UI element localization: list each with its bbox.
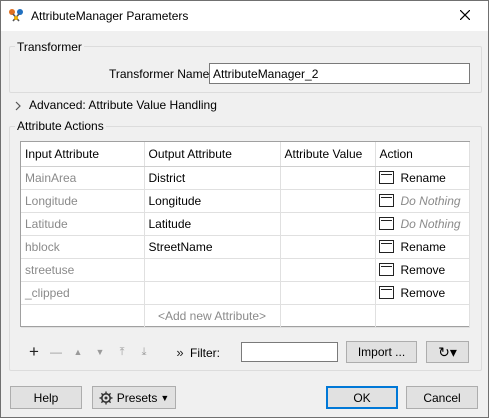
action-dropdown[interactable]: Do Nothing	[378, 193, 465, 208]
action-window-icon	[378, 194, 394, 207]
action-label: Rename	[400, 239, 446, 254]
action-label: Remove	[400, 262, 446, 277]
table-row-add-new[interactable]: <Add new Attribute>	[21, 304, 470, 328]
table-row[interactable]: hblock StreetName Rename	[21, 235, 470, 259]
action-cell[interactable]: Remove	[375, 281, 470, 305]
action-window-icon	[378, 240, 394, 253]
action-cell[interactable]: Rename	[375, 166, 470, 190]
action-cell[interactable]: Remove	[375, 258, 470, 282]
add-new-input-cell[interactable]	[21, 304, 145, 328]
input-attribute-cell[interactable]: Longitude	[21, 189, 145, 213]
table-row[interactable]: _clipped Remove	[21, 281, 470, 305]
table-row[interactable]: Latitude Latitude Do Nothing	[21, 212, 470, 236]
add-new-action-cell[interactable]	[375, 304, 470, 328]
attribute-table: Input Attribute Output Attribute Attribu…	[20, 141, 470, 328]
move-up-button[interactable]: ▲	[67, 342, 89, 362]
input-attribute-cell[interactable]: streetuse	[21, 258, 145, 282]
output-attribute-cell[interactable]	[144, 258, 281, 282]
table-row[interactable]: streetuse Remove	[21, 258, 470, 282]
output-attribute-cell[interactable]	[144, 281, 281, 305]
filter-label: Filter:	[190, 346, 220, 360]
help-button[interactable]: Help	[10, 386, 82, 409]
input-attribute-cell[interactable]: Latitude	[21, 212, 145, 236]
table-toolbar: + — ▲ ▼ ⤒ ⤓ »	[23, 341, 191, 363]
output-attribute-cell[interactable]: District	[144, 166, 281, 190]
attribute-value-cell[interactable]	[280, 258, 376, 282]
add-new-value-cell[interactable]	[280, 304, 376, 328]
refresh-button[interactable]: ↻▾	[426, 341, 469, 363]
action-label: Do Nothing	[400, 216, 461, 231]
output-attribute-cell[interactable]: Latitude	[144, 212, 281, 236]
attribute-value-cell[interactable]	[280, 235, 376, 259]
transformer-group-label: Transformer	[15, 40, 84, 54]
action-dropdown[interactable]: Remove	[378, 262, 465, 277]
output-attribute-cell[interactable]: Longitude	[144, 189, 281, 213]
action-dropdown[interactable]: Rename	[378, 170, 465, 185]
column-header-action[interactable]: Action	[375, 142, 470, 167]
column-header-output-attribute[interactable]: Output Attribute	[144, 142, 281, 167]
action-cell[interactable]: Rename	[375, 235, 470, 259]
attribute-value-cell[interactable]	[280, 281, 376, 305]
refresh-icon: ↻▾	[438, 343, 457, 360]
action-window-icon	[378, 217, 394, 230]
action-dropdown[interactable]: Rename	[378, 239, 465, 254]
chevron-right-icon	[13, 100, 23, 111]
remove-row-button[interactable]: —	[45, 342, 67, 362]
input-attribute-cell[interactable]: hblock	[21, 235, 145, 259]
input-attribute-cell[interactable]: _clipped	[21, 281, 145, 305]
advanced-section-label: Advanced: Attribute Value Handling	[29, 98, 217, 112]
action-label: Rename	[400, 170, 446, 185]
column-header-attribute-value[interactable]: Attribute Value	[280, 142, 376, 167]
cancel-button[interactable]: Cancel	[406, 386, 478, 409]
move-to-top-button[interactable]: ⤒	[111, 342, 133, 362]
ok-button[interactable]: OK	[326, 386, 398, 409]
close-icon	[459, 9, 471, 23]
action-window-icon	[378, 286, 394, 299]
presets-button[interactable]: Presets ▼	[92, 386, 176, 409]
action-dropdown[interactable]: Do Nothing	[378, 216, 465, 231]
dialog-window: AttributeManager Parameters Transformer …	[0, 0, 489, 418]
action-dropdown[interactable]: Remove	[378, 285, 465, 300]
transformer-name-label: Transformer Name:	[109, 67, 213, 81]
fme-transformer-icon	[8, 8, 24, 24]
action-window-icon	[378, 171, 394, 184]
action-cell[interactable]: Do Nothing	[375, 189, 470, 213]
move-down-button[interactable]: ▼	[89, 342, 111, 362]
gear-icon	[99, 391, 113, 405]
import-button[interactable]: Import ...	[346, 341, 417, 363]
attribute-value-cell[interactable]	[280, 212, 376, 236]
table-header-row: Input Attribute Output Attribute Attribu…	[21, 142, 470, 167]
column-header-input-attribute[interactable]: Input Attribute	[21, 142, 145, 167]
filter-input[interactable]	[241, 342, 338, 362]
caret-down-icon: ▼	[160, 392, 170, 403]
action-window-icon	[378, 263, 394, 276]
move-to-bottom-button[interactable]: ⤓	[133, 342, 155, 362]
transformer-name-input[interactable]	[209, 63, 470, 84]
action-label: Do Nothing	[400, 193, 461, 208]
table-row[interactable]: Longitude Longitude Do Nothing	[21, 189, 470, 213]
action-cell[interactable]: Do Nothing	[375, 212, 470, 236]
expand-toolbar-button[interactable]: »	[169, 342, 191, 362]
dialog-title: AttributeManager Parameters	[31, 9, 189, 23]
action-label: Remove	[400, 285, 446, 300]
attribute-value-cell[interactable]	[280, 166, 376, 190]
close-button[interactable]	[442, 1, 488, 31]
attribute-actions-group-label: Attribute Actions	[15, 119, 106, 133]
advanced-section-toggle[interactable]: Advanced: Attribute Value Handling	[13, 98, 217, 112]
table-row[interactable]: MainArea District Rename	[21, 166, 470, 190]
input-attribute-cell[interactable]: MainArea	[21, 166, 145, 190]
attribute-value-cell[interactable]	[280, 189, 376, 213]
title-bar: AttributeManager Parameters	[1, 1, 488, 31]
presets-label: Presets	[116, 390, 158, 405]
add-row-button[interactable]: +	[23, 342, 45, 362]
add-new-attribute-cell[interactable]: <Add new Attribute>	[144, 304, 281, 328]
output-attribute-cell[interactable]: StreetName	[144, 235, 281, 259]
